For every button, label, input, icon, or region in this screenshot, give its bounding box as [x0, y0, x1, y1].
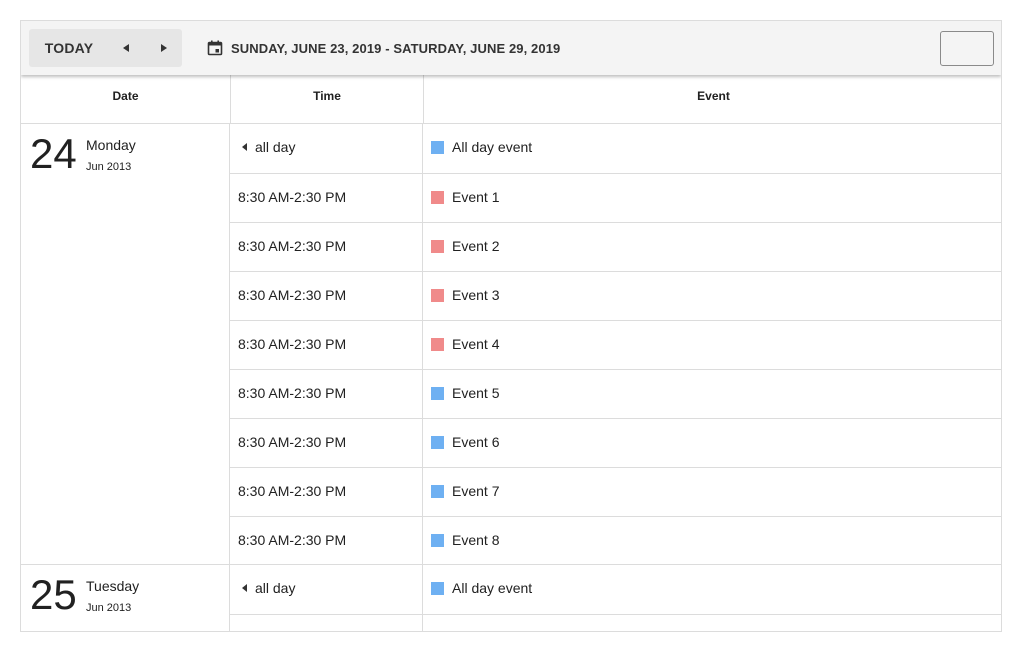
event-row[interactable]: 8:30 AM-2:30 PM Event 6 [230, 418, 1001, 467]
day-name: Monday [86, 137, 136, 153]
day-month: Jun 2013 [86, 602, 132, 614]
event-time: 8:30 AM-2:30 PM [238, 287, 347, 303]
event-color-swatch [431, 435, 444, 449]
event-color-swatch [431, 581, 444, 595]
event-time-cell: 8:30 AM-2:30 PM [230, 370, 423, 418]
event-title: All day event [452, 139, 533, 155]
event-time-cell: 8:30 AM-2:30 PM [230, 419, 423, 467]
event-time-cell: 8:30 AM-2:30 PM [230, 272, 423, 320]
day-number: 24 [30, 130, 77, 177]
triangle-right-icon [161, 44, 167, 52]
event-title: Event 1 [452, 630, 499, 631]
event-time-cell: 8:30 AM-2:30 PM [230, 223, 423, 271]
event-title: Event 8 [452, 532, 500, 548]
event-color-swatch [431, 533, 444, 547]
event-row[interactable]: 8:30 AM-2:30 PM Event 1 [230, 173, 1001, 222]
day-cell: 25 Tuesday Jun 2013 [21, 565, 230, 631]
scheduler: TODAY SUNDAY, JUNE 23, 2019 - SATURDAY, … [20, 20, 1002, 632]
event-time: 8:30 AM-2:30 PM [238, 189, 347, 205]
event-row[interactable]: 8:30 AM-2:30 PM Event 8 [230, 516, 1001, 565]
event-time-cell: 8:30 AM-2:30 PM [230, 321, 423, 369]
event-title: Event 1 [452, 189, 500, 205]
event-time: 8:30 AM-2:30 PM [238, 238, 347, 254]
event-row[interactable]: 8:30 AM-2:30 PM Event 3 [230, 271, 1001, 320]
date-range-display[interactable]: SUNDAY, JUNE 23, 2019 - SATURDAY, JUNE 2… [207, 39, 560, 57]
event-cell[interactable]: Event 6 [423, 419, 1001, 467]
event-cell[interactable]: Event 8 [423, 517, 1001, 565]
toolbar: TODAY SUNDAY, JUNE 23, 2019 - SATURDAY, … [21, 21, 1001, 75]
header-row: Date Time Event [21, 75, 1001, 124]
event-color-swatch [431, 337, 444, 351]
day-number: 25 [30, 571, 77, 618]
event-title: All day event [452, 580, 533, 596]
day-list: 24 Monday Jun 2013 all day All day event 8:30… [21, 124, 1001, 631]
event-cell[interactable]: Event 7 [423, 468, 1001, 516]
event-title: Event 6 [452, 434, 500, 450]
agenda-grid: Date Time Event 24 Monday Jun 2013 all day A… [21, 75, 1001, 631]
event-cell[interactable]: Event 5 [423, 370, 1001, 418]
event-row[interactable]: 8:30 AM-2:30 PM Event 5 [230, 369, 1001, 418]
event-cell[interactable]: Event 3 [423, 272, 1001, 320]
day-group: 24 Monday Jun 2013 all day All day event 8:30… [21, 124, 1001, 565]
day-name: Tuesday [86, 578, 140, 594]
event-cell[interactable]: Event 1 [423, 615, 1001, 631]
event-title: Event 2 [452, 238, 500, 254]
event-row[interactable]: 8:30 AM-2:30 PM Event 4 [230, 320, 1001, 369]
event-time: 8:30 AM-2:30 PM [238, 385, 347, 401]
event-cell[interactable]: Event 1 [423, 174, 1001, 222]
event-color-swatch [431, 386, 444, 400]
event-column-header: Event [423, 75, 1001, 123]
event-cell[interactable]: Event 2 [423, 223, 1001, 271]
event-title: Event 4 [452, 336, 500, 352]
event-time: 8:30 AM-2:30 PM [238, 483, 347, 499]
event-time: 8:30 AM-2:30 PM [238, 336, 347, 352]
event-time-cell: 8:30 AM-2:30 PM [230, 468, 423, 516]
event-time: all day [255, 580, 296, 596]
event-row[interactable]: 8:30 AM-2:30 PM Event 7 [230, 467, 1001, 516]
event-color-swatch [431, 484, 444, 498]
event-cell[interactable]: All day event [423, 124, 1001, 173]
today-button[interactable]: TODAY [29, 29, 109, 67]
day-cell: 24 Monday Jun 2013 [21, 124, 230, 564]
event-time: all day [255, 139, 296, 155]
event-title: Event 7 [452, 483, 500, 499]
event-cell[interactable]: All day event [423, 565, 1001, 614]
time-column-header: Time [230, 75, 423, 123]
event-time: 8:30 AM-2:30 PM [238, 434, 347, 450]
next-button[interactable] [145, 29, 181, 67]
triangle-left-icon [242, 584, 247, 593]
event-time-cell: all day [230, 124, 423, 173]
triangle-left-icon [242, 143, 247, 152]
navigation-group: TODAY [29, 29, 182, 67]
event-row[interactable]: 8:30 AM-2:30 PM Event 1 [230, 614, 1001, 631]
event-time-cell: 8:30 AM-2:30 PM [230, 517, 423, 565]
event-row[interactable]: all day All day event [230, 124, 1001, 173]
calendar-icon [207, 40, 223, 56]
event-time-cell: 8:30 AM-2:30 PM [230, 615, 423, 631]
event-time-cell: 8:30 AM-2:30 PM [230, 174, 423, 222]
previous-button[interactable] [109, 29, 145, 67]
day-group: 25 Tuesday Jun 2013 all day All day event 8:3… [21, 565, 1001, 631]
event-time-cell: all day [230, 565, 423, 614]
event-row[interactable]: 8:30 AM-2:30 PM Event 2 [230, 222, 1001, 271]
triangle-left-icon [123, 44, 129, 52]
view-select[interactable] [940, 31, 994, 66]
event-color-swatch [431, 190, 444, 204]
event-time: 8:30 AM-2:30 PM [238, 630, 346, 631]
event-time: 8:30 AM-2:30 PM [238, 532, 347, 548]
event-row[interactable]: all day All day event [230, 565, 1001, 614]
event-color-swatch [431, 288, 444, 302]
event-color-swatch [431, 239, 444, 253]
day-month: Jun 2013 [86, 161, 132, 173]
event-cell[interactable]: Event 4 [423, 321, 1001, 369]
date-range-text: SUNDAY, JUNE 23, 2019 - SATURDAY, JUNE 2… [231, 40, 561, 56]
event-title: Event 3 [452, 287, 500, 303]
event-title: Event 5 [452, 385, 500, 401]
event-color-swatch [431, 140, 444, 154]
date-column-header: Date [112, 89, 139, 103]
